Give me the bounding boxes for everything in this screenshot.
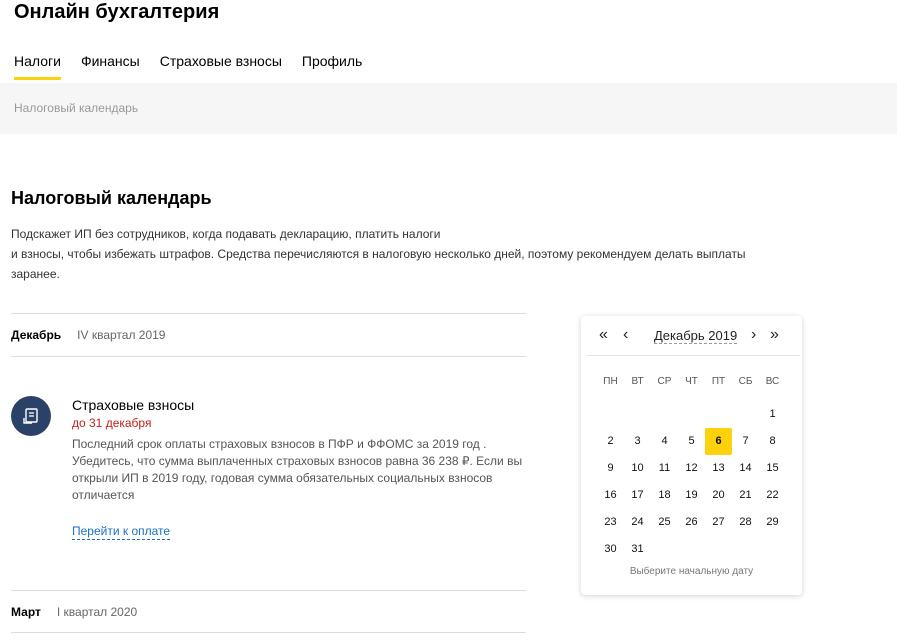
calendar-day[interactable]: 3 [624,428,651,455]
tab-profile[interactable]: Профиль [302,52,362,80]
calendar-empty-cell [678,401,705,428]
document-icon [11,396,51,436]
prev-year-icon[interactable]: « [599,326,608,344]
period-quarter: I квартал 2020 [56,605,138,619]
calendar-day[interactable]: 15 [759,455,786,482]
event-desc-line: Убедитесь, что сумма выплаченных страхов… [72,454,523,468]
main-tabs: Налоги Финансы Страховые взносы Профиль [14,52,382,80]
weekday-label: ПН [603,376,618,387]
calendar-day[interactable]: 11 [651,455,678,482]
weekday-label: ВТ [631,376,644,387]
period-month: Декабрь [11,328,62,342]
event-desc-line: отличается [72,488,135,502]
calendar-day[interactable]: 10 [624,455,651,482]
calendar-empty-cell [732,401,759,428]
calendar-day[interactable]: 31 [624,536,651,563]
event-desc-line: открыли ИП в 2019 году, годовая сумма об… [72,471,493,485]
calendar-day[interactable]: 19 [678,482,705,509]
next-month-icon[interactable]: › [751,326,756,344]
divider [11,356,526,357]
calendar-day[interactable]: 26 [678,509,705,536]
date-picker: « ‹ Декабрь 2019 › » ПН ВТ СР ЧТ ПТ СБ ВС 1 2 3 4 5… [581,316,802,595]
calendar-day[interactable]: 7 [732,428,759,455]
calendar-day[interactable]: 13 [705,455,732,482]
app-title: Онлайн бухгалтерия [14,1,220,23]
period-header: Март I квартал 2020 [11,605,137,619]
calendar-month-label[interactable]: Декабрь 2019 [654,328,738,344]
calendar-day[interactable]: 1 [759,401,786,428]
calendar-day[interactable]: 4 [651,428,678,455]
calendar-empty-cell [624,401,651,428]
weekday-label: СБ [738,376,753,387]
calendar-day[interactable]: 12 [678,455,705,482]
weekday-label: ПТ [711,376,726,387]
tab-finance[interactable]: Финансы [81,52,140,80]
calendar-day[interactable]: 2 [597,428,624,455]
calendar-day[interactable]: 9 [597,455,624,482]
divider [11,313,526,314]
page-title: Налоговый календарь [11,188,212,208]
event-deadline: до 31 декабря [72,416,152,430]
next-year-icon[interactable]: » [770,326,779,344]
intro-line: и взносы, чтобы избежать штрафов. Средст… [11,247,746,261]
event-description: Последний срок оплаты страховых взносов … [72,436,527,504]
calendar-nav: « ‹ Декабрь 2019 › » [581,316,802,356]
calendar-day[interactable]: 27 [705,509,732,536]
calendar-hint: Выберите начальную дату [629,566,754,577]
breadcrumb-bar: Налоговый календарь [0,83,897,134]
weekday-label: ЧТ [685,376,698,387]
calendar-day[interactable]: 6 [705,428,732,455]
intro-line: Подскажет ИП без сотрудников, когда пода… [11,227,441,241]
event-title: Страховые взносы [72,397,195,413]
page-intro: Подскажет ИП без сотрудников, когда пода… [11,224,781,284]
calendar-day[interactable]: 29 [759,509,786,536]
prev-month-icon[interactable]: ‹ [623,326,628,344]
calendar-divider [587,355,800,356]
divider [11,590,526,591]
period-month: Март [11,605,41,619]
weekday-label: ВС [765,376,780,387]
tab-taxes[interactable]: Налоги [14,52,61,80]
breadcrumb: Налоговый календарь [14,101,139,115]
calendar-day[interactable]: 25 [651,509,678,536]
calendar-day[interactable]: 16 [597,482,624,509]
calendar-empty-cell [651,401,678,428]
calendar-day[interactable]: 5 [678,428,705,455]
calendar-day[interactable]: 23 [597,509,624,536]
calendar-day[interactable]: 28 [732,509,759,536]
period-header: Декабрь IV квартал 2019 [11,328,165,342]
weekday-label: СР [657,376,672,387]
calendar-day[interactable]: 18 [651,482,678,509]
pay-link[interactable]: Перейти к оплате [72,524,171,540]
calendar-day[interactable]: 30 [597,536,624,563]
calendar-day[interactable]: 24 [624,509,651,536]
calendar-day[interactable]: 8 [759,428,786,455]
tab-insurance[interactable]: Страховые взносы [160,52,282,80]
divider [11,632,526,633]
intro-line: заранее. [11,267,60,281]
calendar-day[interactable]: 22 [759,482,786,509]
calendar-day[interactable]: 20 [705,482,732,509]
event-desc-line: Последний срок оплаты страховых взносов … [72,437,487,451]
period-quarter: IV квартал 2019 [77,328,166,342]
calendar-day[interactable]: 17 [624,482,651,509]
calendar-grid: ПН ВТ СР ЧТ ПТ СБ ВС 1 2 3 4 5 6 7 8 9 10 11 12 13 14 15 16 17 1… [597,374,786,563]
calendar-day[interactable]: 14 [732,455,759,482]
calendar-day[interactable]: 21 [732,482,759,509]
calendar-empty-cell [597,401,624,428]
calendar-empty-cell [705,401,732,428]
